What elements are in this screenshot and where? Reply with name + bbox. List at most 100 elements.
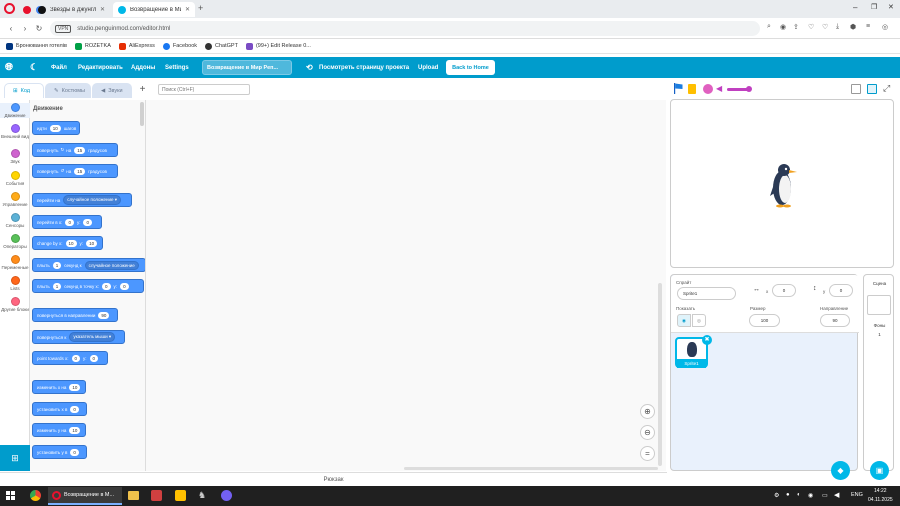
block-turn-right[interactable]: повернуть ↻ на 15 градусов [32, 143, 118, 157]
category-events[interactable]: События [0, 171, 30, 186]
bookmark-booking[interactable]: Бронювання готелів [6, 42, 67, 50]
bookmark-chatgpt[interactable]: ChatGPT [205, 42, 238, 50]
share-icon[interactable]: ⇪ [793, 23, 799, 31]
close-tab-icon[interactable]: ✕ [181, 6, 190, 13]
url-field[interactable]: VPN studio.penguinmod.com/editor.html [50, 21, 760, 36]
back-to-home-button[interactable]: Back to Home [446, 60, 495, 75]
stop-icon[interactable] [703, 84, 713, 94]
penguin-sprite[interactable] [768, 162, 800, 208]
add-tab-button[interactable]: + [137, 84, 148, 97]
app-icon-yellow[interactable] [175, 490, 186, 501]
block-set-y[interactable]: установить y в0 [32, 445, 87, 459]
browser-tab-video[interactable]: Звезды в джунглях 1 - 2 ...✕ [33, 2, 110, 17]
stage-selector-pane[interactable]: Сцена Фоны 1 ▣ [863, 274, 894, 480]
block-change-by-xy[interactable]: change by x: 10 y: 10 [32, 236, 103, 250]
opera-taskbar-button[interactable]: Возвращение в М... [48, 487, 122, 505]
sprite-tile[interactable]: Sprite1 ✖ [675, 335, 712, 368]
block-point-towards-xy[interactable]: point towards x: 0 y: 0 [32, 351, 108, 365]
menu-icon[interactable]: ≡ [866, 23, 870, 30]
delete-sprite-icon[interactable]: ✖ [702, 335, 712, 345]
camera-icon[interactable]: ◉ [780, 23, 786, 31]
category-lists[interactable]: Lists [0, 276, 30, 291]
chrome-taskbar-icon[interactable] [30, 490, 41, 501]
backpack-bar[interactable]: Рюкзак [0, 472, 667, 486]
see-project-page-link[interactable]: Посмотреть страницу проекта [319, 57, 409, 78]
y-position-input[interactable]: 0 [829, 284, 853, 297]
language-indicator[interactable]: ENG [851, 492, 863, 498]
search-input[interactable] [158, 84, 250, 95]
minimize-window-icon[interactable]: – [853, 3, 857, 12]
sprite-name-input[interactable]: Sprite1 [677, 287, 736, 300]
globe-language-icon[interactable]: 🌐︎ [5, 57, 13, 78]
tray-icon-1[interactable]: ⚙ [774, 492, 779, 499]
category-operators[interactable]: Операторы [0, 234, 30, 249]
workspace-vertical-scrollbar[interactable] [658, 283, 662, 466]
green-flag-icon[interactable] [674, 83, 683, 94]
clock-time[interactable]: 14:22 [874, 488, 887, 494]
add-extension-button[interactable]: ⊞ [0, 445, 30, 471]
zoom-out-icon[interactable]: ⊖ [640, 425, 655, 440]
code-workspace[interactable] [146, 100, 666, 471]
tab-sounds[interactable]: ◀︎ Звуки [92, 83, 132, 98]
menu-settings[interactable]: Settings [165, 57, 189, 78]
upload-button[interactable]: Upload [418, 57, 438, 78]
palette-scrollbar[interactable] [140, 102, 144, 126]
block-glide-xy[interactable]: плыть 1 секунд в точку x: 0 y: 0 [32, 279, 144, 293]
back-icon[interactable]: ‹ [4, 24, 18, 33]
game-icon[interactable]: ♞ [198, 490, 206, 501]
tray-icon-3[interactable]: ◐ [797, 492, 801, 498]
size-input[interactable]: 100 [749, 314, 780, 327]
tray-icon-2[interactable]: ● [786, 492, 790, 498]
bookmark-aliexpress[interactable]: AliExpress [118, 42, 155, 50]
block-glide[interactable]: плыть 1 секунд к случайное положение [32, 258, 145, 272]
block-point-direction[interactable]: повернуться в направлении 90 [32, 308, 118, 322]
theme-moon-icon[interactable]: ☾ [30, 57, 38, 78]
new-tab-button[interactable]: + [198, 3, 203, 13]
show-hidden-button[interactable]: ◎ [692, 314, 706, 327]
block-move-steps[interactable]: идти 10 шагов [32, 121, 80, 135]
close-tab-icon[interactable]: ✕ [96, 6, 105, 13]
forward-icon[interactable]: › [18, 24, 32, 33]
x-position-input[interactable]: 0 [772, 284, 796, 297]
profile-icon[interactable]: ◎ [882, 23, 888, 31]
show-visible-button[interactable]: ◉ [677, 314, 691, 327]
category-variables[interactable]: Переменные [0, 255, 30, 270]
category-motion[interactable]: Движение [0, 103, 30, 118]
block-change-y[interactable]: изменить y на 10 [32, 423, 86, 437]
extensions-icon[interactable]: ⬢ [850, 23, 856, 31]
block-goto-xy[interactable]: перейти в x: 0 y: 0 [32, 215, 102, 229]
category-sensing[interactable]: Сенсоры [0, 213, 30, 228]
large-stage-icon[interactable] [867, 84, 877, 94]
project-title-input[interactable]: Возвращение в Мир Реп... [202, 60, 292, 75]
menu-file[interactable]: Файл [51, 57, 67, 78]
file-explorer-icon[interactable] [128, 491, 139, 500]
vpn-badge[interactable]: VPN [55, 24, 72, 33]
bookmark-icon[interactable]: ♡ [822, 23, 828, 31]
viber-icon[interactable] [221, 490, 232, 501]
category-looks[interactable]: Внешний вид [0, 124, 30, 139]
fullscreen-icon[interactable]: ⤢ [883, 83, 890, 94]
stage-canvas[interactable] [670, 99, 894, 268]
restore-window-icon[interactable]: ❐ [871, 3, 877, 11]
menu-edit[interactable]: Редактировать [78, 57, 123, 78]
zoom-in-icon[interactable]: ⊕ [640, 404, 655, 419]
photos-icon[interactable] [151, 490, 162, 501]
direction-input[interactable]: 90 [820, 314, 850, 327]
reload-icon[interactable]: ↻ [32, 24, 46, 33]
volume-slider[interactable] [727, 86, 752, 92]
category-control[interactable]: Управление [0, 192, 30, 207]
block-change-x[interactable]: изменить x на 10 [32, 380, 86, 394]
bookmark-facebook[interactable]: Facebook [162, 42, 197, 50]
close-window-icon[interactable]: ✕ [888, 3, 894, 11]
tab-code[interactable]: ⊞ Код [4, 83, 44, 98]
bookmark-rozetka[interactable]: ROZETKA [74, 42, 111, 50]
tab-costumes[interactable]: ✎ Костюмы [45, 83, 91, 98]
volume-tray-icon[interactable]: ◀︎ [834, 491, 839, 499]
opera-menu-icon[interactable] [4, 3, 15, 14]
pause-icon[interactable] [688, 84, 696, 94]
block-goto[interactable]: перейти на случайное положение ▾ [32, 193, 132, 207]
network-icon[interactable]: ▭ [822, 492, 828, 499]
search-icon[interactable]: ⌕ [767, 23, 771, 31]
category-sound[interactable]: Звук [0, 149, 30, 164]
block-turn-left[interactable]: повернуть ↺ на 15 градусов [32, 164, 118, 178]
